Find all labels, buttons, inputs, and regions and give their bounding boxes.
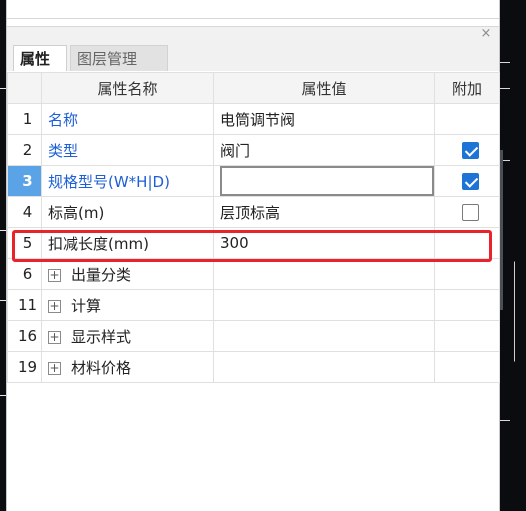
row-index: 3 xyxy=(7,165,42,197)
row-group: + 显示样式 xyxy=(41,320,214,352)
expand-icon[interactable]: + xyxy=(48,361,61,375)
table-row[interactable]: 3 规格型号(W*H|D) xyxy=(7,165,500,197)
cad-canvas-strip xyxy=(500,0,526,511)
extra-checkbox[interactable] xyxy=(461,173,479,190)
expand-icon[interactable]: + xyxy=(48,330,61,344)
extra-checkbox[interactable] xyxy=(461,204,479,221)
row-index: 2 xyxy=(7,134,42,166)
table-row[interactable]: 16 + 显示样式 xyxy=(7,320,500,352)
row-index: 11 xyxy=(7,289,42,321)
table-row[interactable]: 6 + 出量分类 xyxy=(7,258,500,290)
cad-line xyxy=(500,88,510,89)
table-row[interactable]: 19 + 材料价格 xyxy=(7,351,500,383)
table-row[interactable]: 4 标高(m) 层顶标高 xyxy=(7,196,500,228)
table-row[interactable]: 1 名称 电筒调节阀 xyxy=(7,103,500,135)
expand-icon[interactable]: + xyxy=(48,268,61,282)
table-row[interactable]: 5 扣减长度(mm) 300 xyxy=(7,227,500,259)
extra-checkbox[interactable] xyxy=(461,142,479,159)
tab-properties[interactable]: 属性 xyxy=(13,45,67,71)
header-index xyxy=(7,72,42,104)
header-property-name[interactable]: 属性名称 xyxy=(41,72,214,104)
header-property-value[interactable]: 属性值 xyxy=(213,72,435,104)
row-extra xyxy=(434,165,500,197)
row-index: 5 xyxy=(7,227,42,259)
close-icon[interactable]: × xyxy=(479,27,493,41)
header-extra[interactable]: 附加 xyxy=(434,72,500,104)
table-header-row: 属性名称 属性值 附加 xyxy=(7,72,500,104)
cad-shape xyxy=(514,258,526,362)
row-group: + 计算 xyxy=(41,289,214,321)
row-extra xyxy=(434,196,500,228)
row-group-label: 显示样式 xyxy=(71,327,132,346)
row-group-label: 计算 xyxy=(71,296,102,315)
row-group-label: 材料价格 xyxy=(71,358,132,377)
row-value xyxy=(213,289,435,321)
panel-scroll-edge[interactable] xyxy=(500,150,503,310)
row-extra xyxy=(434,134,500,166)
row-group: + 出量分类 xyxy=(41,258,214,290)
expand-icon[interactable]: + xyxy=(48,299,61,313)
row-extra xyxy=(434,103,500,135)
row-name: 类型 xyxy=(41,134,214,166)
row-name: 扣减长度(mm) xyxy=(41,227,214,259)
row-name: 名称 xyxy=(41,103,214,135)
row-extra xyxy=(434,351,500,383)
row-value xyxy=(213,258,435,290)
row-index: 16 xyxy=(7,320,42,352)
row-index: 6 xyxy=(7,258,42,290)
row-index: 4 xyxy=(7,196,42,228)
property-table: 属性名称 属性值 附加 1 名称 电筒调节阀 2 类型 阀门 3 规格型号(W*… xyxy=(7,72,500,383)
row-extra xyxy=(434,289,500,321)
top-panel-area xyxy=(7,0,499,19)
value-edit-field[interactable] xyxy=(220,166,434,196)
panel-empty-area xyxy=(7,392,499,511)
row-value xyxy=(213,351,435,383)
cad-line xyxy=(500,420,510,421)
row-name: 规格型号(W*H|D) xyxy=(41,165,214,197)
table-row[interactable]: 2 类型 阀门 xyxy=(7,134,500,166)
row-value[interactable]: 300 xyxy=(213,227,435,259)
row-index: 1 xyxy=(7,103,42,135)
row-value[interactable]: 电筒调节阀 xyxy=(213,103,435,135)
row-name: 标高(m) xyxy=(41,196,214,228)
row-value xyxy=(213,320,435,352)
table-row[interactable]: 11 + 计算 xyxy=(7,289,500,321)
tab-bar: × 属性 图层管理 xyxy=(7,26,499,71)
row-extra xyxy=(434,320,500,352)
row-value[interactable]: 阀门 xyxy=(213,134,435,166)
row-group-label: 出量分类 xyxy=(71,265,132,284)
row-value-cell xyxy=(213,165,435,197)
property-panel: × 属性 图层管理 属性名称 属性值 附加 1 名称 电筒调节阀 2 类型 阀门… xyxy=(6,0,500,511)
cad-line xyxy=(500,62,510,63)
tab-layer-management[interactable]: 图层管理 xyxy=(70,45,168,71)
row-value[interactable]: 层顶标高 xyxy=(213,196,435,228)
row-index: 19 xyxy=(7,351,42,383)
row-extra xyxy=(434,227,500,259)
row-extra xyxy=(434,258,500,290)
row-group: + 材料价格 xyxy=(41,351,214,383)
